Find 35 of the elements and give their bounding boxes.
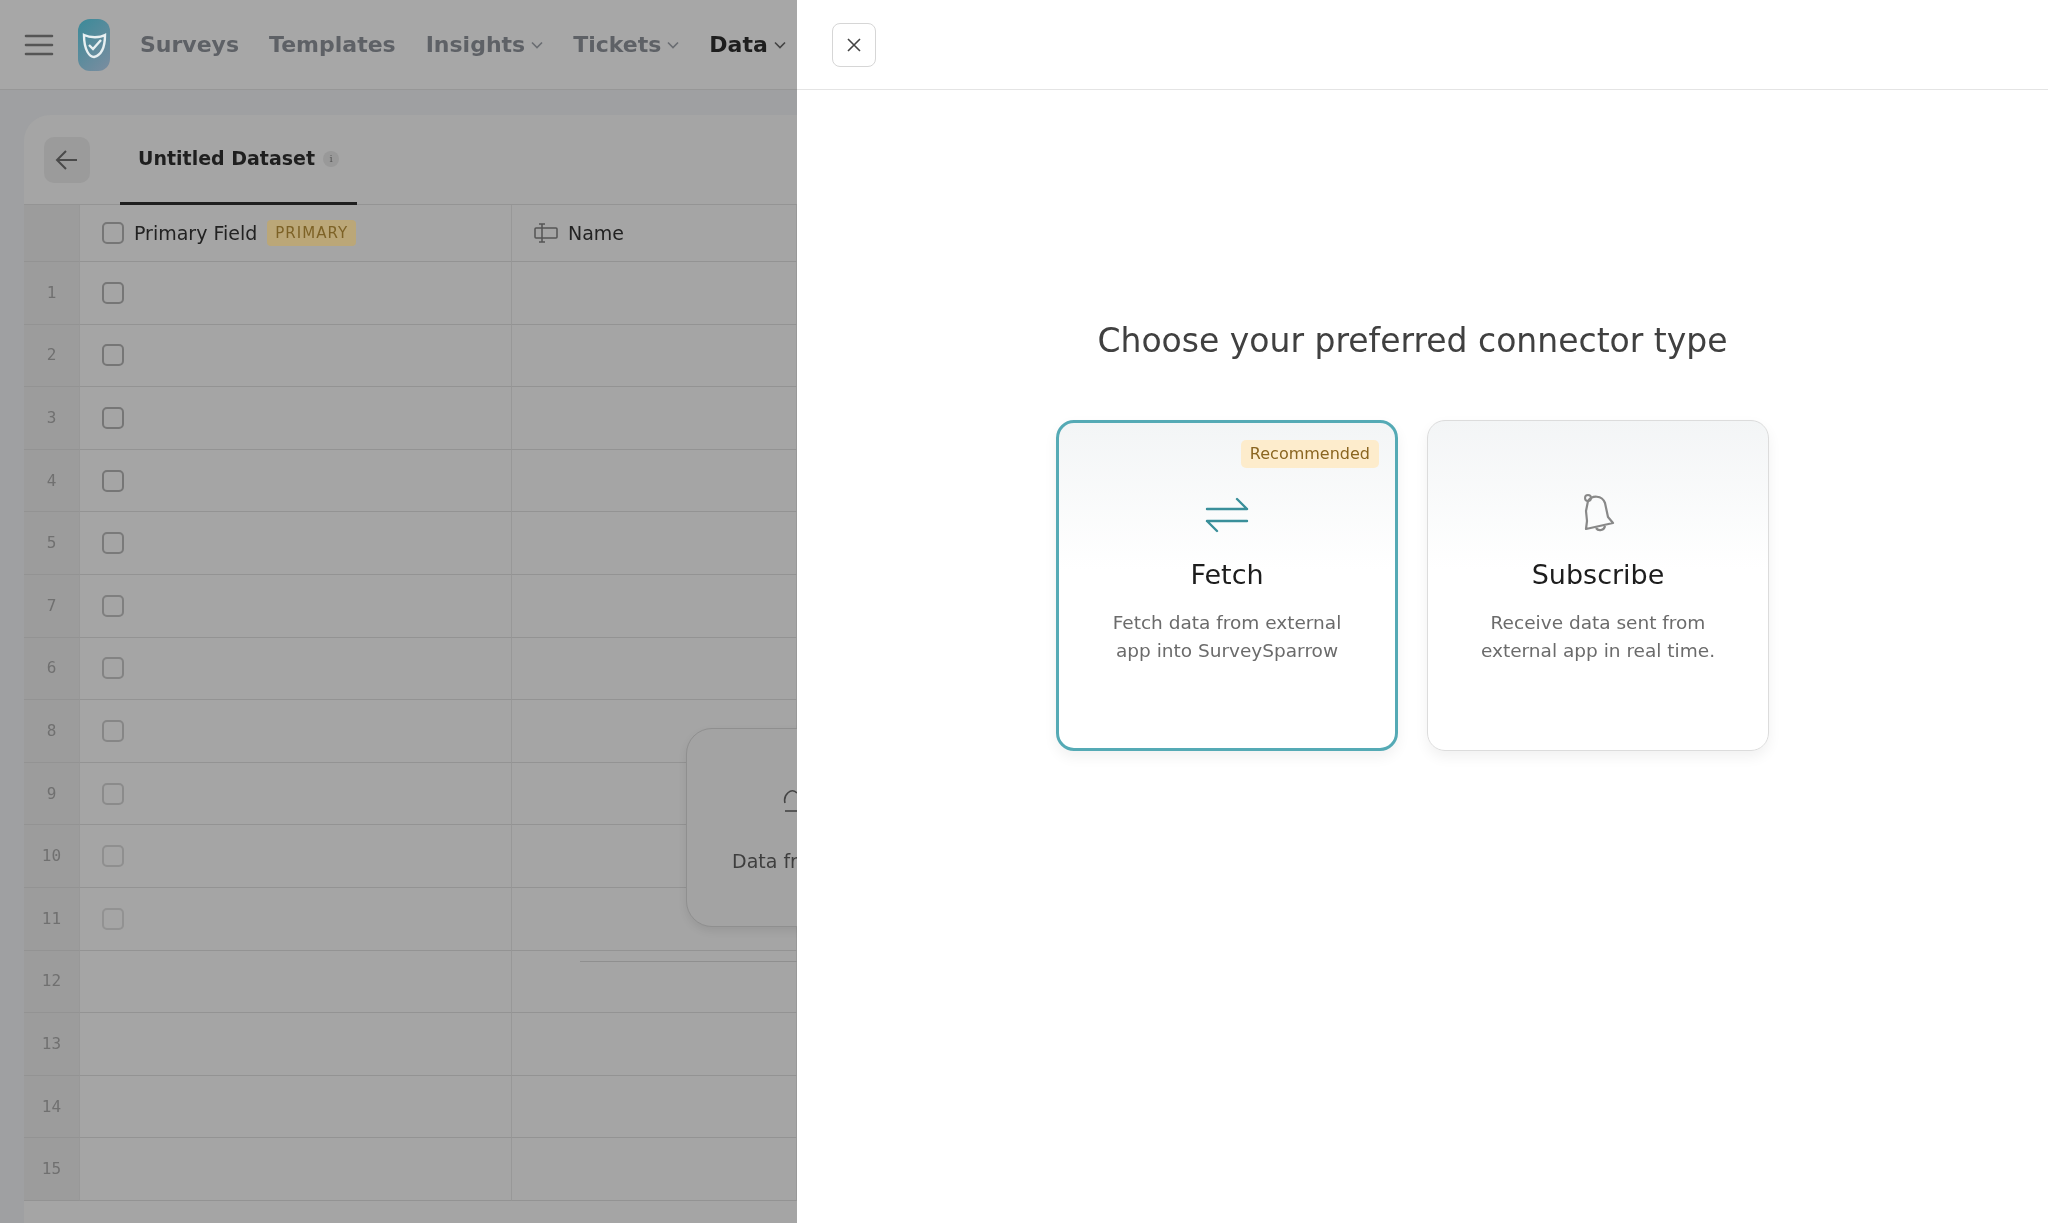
connector-option-card[interactable]: Subscribe Receive data sent from external app in real time.: [1427, 419, 1769, 751]
nav-tab[interactable]: Insights: [425, 28, 544, 61]
option-description: Receive data sent from external app in real time.: [1479, 611, 1717, 663]
option-description: Fetch data from external app into SurveySparrow: [1111, 611, 1343, 663]
back-button[interactable]: [44, 136, 90, 183]
row-checkbox[interactable]: [102, 469, 124, 492]
row-checkbox[interactable]: [102, 281, 124, 304]
close-icon: [846, 36, 862, 53]
back-arrow-icon: [55, 147, 79, 172]
column-title: Name: [568, 220, 625, 246]
recommended-badge: Recommended: [1240, 439, 1379, 468]
row-checkbox[interactable]: [102, 657, 124, 680]
primary-badge: PRIMARY: [267, 219, 357, 247]
text-field-icon: [534, 223, 558, 243]
logo[interactable]: [78, 18, 110, 71]
info-icon: i: [323, 150, 340, 167]
close-button[interactable]: [832, 22, 876, 67]
option-title: Fetch: [1190, 557, 1264, 592]
row-checkbox[interactable]: [102, 782, 124, 805]
panel-title: Choose your preferred connector type: [1097, 320, 1728, 362]
data-source-card[interactable]: Data fr: [686, 728, 797, 927]
select-all-checkbox[interactable]: [102, 222, 124, 244]
row-checkbox[interactable]: [102, 344, 124, 367]
nav-tab[interactable]: Surveys: [140, 28, 240, 61]
nav-tab[interactable]: Tickets: [573, 28, 680, 61]
connector-option-card[interactable]: Recommended Fetch Fetch data from external app into SurveySparrow: [1056, 419, 1398, 751]
row-checkbox[interactable]: [102, 719, 124, 742]
row-checkbox[interactable]: [102, 407, 124, 429]
nav-tab[interactable]: Data: [709, 28, 786, 61]
row-checkbox[interactable]: [102, 532, 124, 555]
row-checkbox[interactable]: [102, 594, 124, 617]
column-title: Primary Field: [134, 220, 258, 246]
dataset-tab[interactable]: Untitled Dataset i: [120, 115, 358, 205]
option-title: Subscribe: [1531, 557, 1665, 592]
nav-tab[interactable]: Templates: [269, 28, 396, 61]
